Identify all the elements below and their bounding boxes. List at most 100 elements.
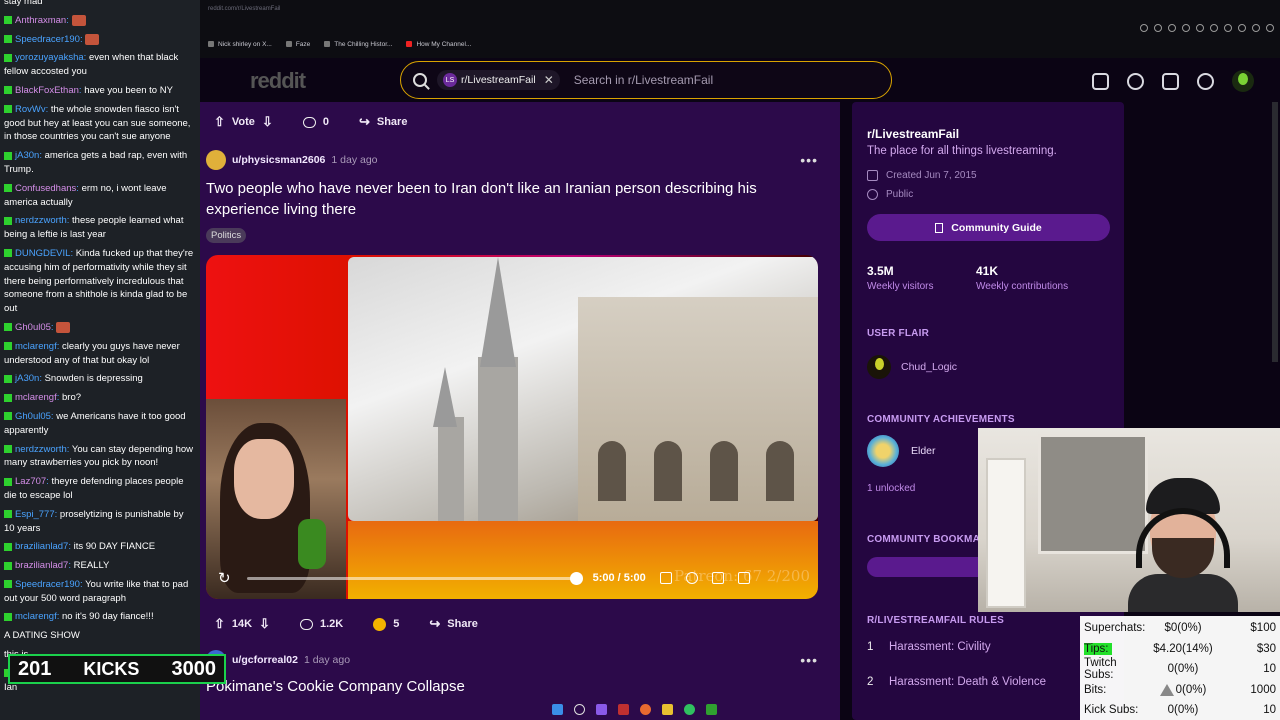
chat-text: stay mad bbox=[4, 0, 43, 7]
vote-button[interactable]: ⇧ Vote ⇩ bbox=[206, 110, 281, 134]
volume-icon[interactable] bbox=[737, 572, 750, 584]
reddit-logo[interactable]: reddit bbox=[250, 68, 306, 94]
globe-icon bbox=[867, 189, 878, 200]
downvote-icon[interactable]: ⇩ bbox=[262, 114, 273, 130]
rule-item[interactable]: 1 Harassment: Civility bbox=[867, 641, 991, 653]
extension-icon[interactable] bbox=[1196, 24, 1204, 32]
chat-username[interactable]: Speedracer190 bbox=[15, 34, 80, 45]
achievement-row[interactable]: Elder bbox=[867, 435, 936, 467]
achievements-unlocked[interactable]: 1 unlocked bbox=[867, 483, 915, 494]
bell-icon[interactable] bbox=[1197, 72, 1214, 90]
video-controls: ↻ 5:00 / 5:00 bbox=[218, 567, 808, 589]
share-button[interactable]: ↪ Share bbox=[421, 612, 485, 636]
post-author[interactable]: u/physicsman2606 bbox=[232, 154, 325, 166]
chat-username[interactable]: mclarengf bbox=[15, 341, 57, 352]
chat-username[interactable]: nerdzzworth bbox=[15, 444, 67, 455]
award-count: 5 bbox=[393, 618, 400, 630]
extension-icon[interactable] bbox=[1266, 24, 1274, 32]
extension-icon[interactable] bbox=[1182, 24, 1190, 32]
chat-username[interactable]: nerdzzworth bbox=[15, 215, 67, 226]
user-flair-row[interactable]: Chud_Logic bbox=[867, 355, 957, 379]
video-progress[interactable] bbox=[246, 571, 583, 585]
chat-username[interactable]: RovWv bbox=[15, 104, 46, 115]
avatar[interactable] bbox=[1232, 70, 1254, 92]
bookmark-item[interactable]: Nick shirley on X... bbox=[208, 41, 272, 48]
ad-icon[interactable] bbox=[1092, 72, 1109, 90]
app-icon[interactable] bbox=[706, 703, 717, 715]
settings-icon[interactable] bbox=[685, 572, 698, 584]
chat-username[interactable]: mclarengf bbox=[15, 392, 57, 403]
scrollbar[interactable] bbox=[1272, 102, 1278, 362]
close-icon[interactable]: ✕ bbox=[544, 73, 554, 87]
chat-message: jA30n: Snowden is depressing bbox=[4, 372, 196, 386]
chat-username[interactable]: Speedracer190 bbox=[15, 579, 80, 590]
folder-icon[interactable] bbox=[662, 703, 673, 715]
upvote-icon[interactable]: ⇧ bbox=[214, 114, 225, 130]
rule-number: 1 bbox=[867, 641, 874, 653]
address-bar[interactable]: reddit.com/r/LivestreamFail bbox=[208, 6, 280, 12]
search-bar[interactable]: LS r/LivestreamFail ✕ Search in r/Livest… bbox=[400, 61, 892, 99]
chat-username[interactable]: jA30n bbox=[15, 150, 39, 161]
chat-username[interactable]: Anthraxman bbox=[15, 15, 66, 26]
start-icon[interactable] bbox=[552, 703, 563, 715]
search-input[interactable]: Search in r/LivestreamFail bbox=[574, 73, 713, 87]
replay-icon[interactable]: ↻ bbox=[218, 569, 231, 587]
chat-username[interactable]: jA30n bbox=[15, 373, 39, 384]
chat-username[interactable]: Confusedhans bbox=[15, 183, 76, 194]
rule-text: Harassment: Death & Violence bbox=[889, 676, 1047, 688]
extension-icon[interactable] bbox=[1154, 24, 1162, 32]
captions-icon[interactable] bbox=[659, 572, 672, 584]
post-title[interactable]: Two people who have never been to Iran d… bbox=[206, 178, 806, 220]
chat-username[interactable]: yorozuyayaksha bbox=[15, 52, 84, 63]
create-post-icon[interactable] bbox=[1162, 72, 1179, 90]
browser-icon[interactable] bbox=[640, 703, 651, 715]
share-button[interactable]: ↪ Share bbox=[351, 110, 415, 134]
goal-row: Bits: 0(0%) 1000 bbox=[1084, 680, 1276, 701]
bookmark-item[interactable]: How My Channel... bbox=[406, 41, 471, 48]
chat-username[interactable]: Gh0ul05 bbox=[15, 411, 51, 422]
extension-icon[interactable] bbox=[1238, 24, 1246, 32]
chat-username[interactable]: BlackFoxEthan bbox=[15, 85, 79, 96]
extension-icon[interactable] bbox=[1168, 24, 1176, 32]
rule-item[interactable]: 2 Harassment: Death & Violence bbox=[867, 676, 1046, 688]
vote-button[interactable]: ⇧ 14K ⇩ bbox=[206, 612, 278, 636]
award-button[interactable]: 5 bbox=[365, 614, 407, 635]
extension-icon[interactable] bbox=[1252, 24, 1260, 32]
app-icon[interactable] bbox=[596, 703, 607, 715]
cake-icon bbox=[867, 170, 878, 181]
more-options-icon[interactable]: ••• bbox=[800, 152, 818, 168]
chat-username[interactable]: Espi_777 bbox=[15, 509, 55, 520]
search-icon[interactable] bbox=[574, 703, 585, 715]
extension-icon[interactable] bbox=[1210, 24, 1218, 32]
reddit-header: reddit LS r/LivestreamFail ✕ Search in r… bbox=[200, 58, 1280, 102]
chat-icon[interactable] bbox=[1127, 72, 1144, 90]
progress-knob[interactable] bbox=[569, 571, 583, 585]
bookmark-item[interactable]: The Chilling Histor... bbox=[324, 41, 392, 48]
more-options-icon[interactable]: ••• bbox=[800, 652, 818, 668]
post-author[interactable]: u/gcforreal02 bbox=[232, 654, 298, 666]
community-guide-button[interactable]: Community Guide bbox=[867, 214, 1110, 241]
comments-button[interactable]: 0 bbox=[295, 112, 337, 132]
post-flair[interactable]: Politics bbox=[206, 228, 247, 243]
chat-username[interactable]: brazilianlad7 bbox=[15, 541, 68, 552]
downvote-icon[interactable]: ⇩ bbox=[259, 616, 270, 632]
chat-username[interactable]: brazilianlad7 bbox=[15, 560, 68, 571]
bookmark-item[interactable]: Faze bbox=[286, 41, 310, 48]
chat-username[interactable]: Laz707 bbox=[15, 476, 46, 487]
extension-icon[interactable] bbox=[1140, 24, 1148, 32]
user-avatar[interactable] bbox=[206, 150, 226, 170]
extension-icon[interactable] bbox=[1224, 24, 1232, 32]
video-player[interactable]: Patreon: 67 2/200 ↻ 5:00 / 5:00 bbox=[206, 255, 818, 599]
subreddit-name[interactable]: r/LivestreamFail bbox=[867, 127, 959, 141]
comments-button[interactable]: 1.2K bbox=[292, 614, 351, 634]
chat-username[interactable]: mclarengf bbox=[15, 611, 57, 622]
app-icon[interactable] bbox=[618, 703, 629, 715]
chat-username[interactable]: Gh0ul05 bbox=[15, 322, 51, 333]
subreddit-chip[interactable]: LS r/LivestreamFail ✕ bbox=[437, 70, 560, 90]
fullscreen-icon[interactable] bbox=[711, 572, 724, 584]
upvote-icon[interactable]: ⇧ bbox=[214, 616, 225, 632]
subscriber-badge-icon bbox=[4, 35, 12, 44]
post-title[interactable]: Pokimane's Cookie Company Collapse bbox=[206, 678, 465, 695]
chat-username[interactable]: DUNGDEVIL bbox=[15, 248, 70, 259]
spotify-icon[interactable] bbox=[684, 703, 695, 715]
